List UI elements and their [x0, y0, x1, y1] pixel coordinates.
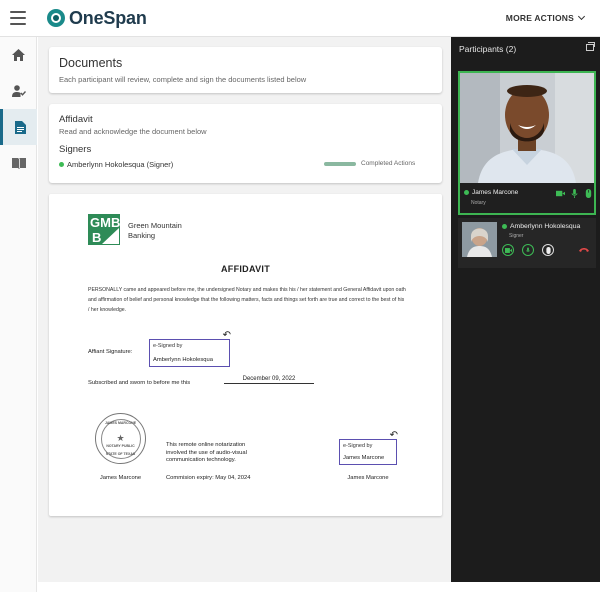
- main-video-info: James Marcone Notary: [460, 183, 594, 213]
- documents-subtitle: Each participant will review, complete a…: [59, 75, 307, 84]
- online-status-dot: [502, 224, 507, 229]
- nav-home[interactable]: [0, 37, 37, 73]
- sworn-date: December 09, 2022: [224, 376, 314, 384]
- affiant-esignature-name: Amberlynn Hokolesqua: [153, 357, 213, 363]
- tile-participant-role: Signer: [509, 233, 524, 239]
- tile-mouse-button[interactable]: [542, 244, 554, 256]
- camera-icon: [504, 247, 512, 253]
- seal-top-text: JAMES MARCONE: [104, 421, 137, 425]
- menu-icon[interactable]: [10, 11, 26, 25]
- user-check-icon: [11, 85, 26, 97]
- nav-journal[interactable]: [0, 145, 37, 181]
- signers-label: Signers: [59, 144, 92, 155]
- brand-name: OneSpan: [69, 7, 147, 28]
- main-content: Documents Each participant will review, …: [38, 37, 451, 582]
- participants-title: Participants (2): [459, 44, 517, 54]
- bank-name-line-1: Green Mountain: [128, 221, 182, 230]
- affidavit-card[interactable]: Affidavit Read and acknowledge the docum…: [49, 104, 442, 183]
- document-icon: [14, 120, 26, 134]
- online-status-dot: [464, 190, 469, 195]
- svg-text:B: B: [92, 230, 101, 245]
- notary-seal: JAMES MARCONE ★ NOTARY PUBLIC STATE OF T…: [95, 413, 146, 464]
- tile-participant-name: Amberlynn Hokolesqua: [510, 223, 581, 230]
- affidavit-document: GMB B Green Mountain Banking AFFIDAVIT P…: [49, 194, 442, 516]
- completion-progress-bar: [324, 162, 356, 166]
- seal-star-icon: ★: [116, 433, 125, 443]
- participants-panel: Participants (2) James Marcone Notary Am…: [451, 37, 600, 582]
- home-icon: [12, 49, 25, 61]
- end-call-button[interactable]: [578, 244, 590, 256]
- affidavit-body: PERSONALLY came and appeared before me, …: [88, 287, 406, 313]
- signer-row: Amberlynn Hokolesqua (Signer): [59, 160, 173, 169]
- mouse-icon[interactable]: [584, 189, 593, 198]
- popout-icon[interactable]: [586, 42, 595, 51]
- notary-esignature[interactable]: e-Signed by James Marcone ↶: [339, 430, 398, 465]
- more-actions-button[interactable]: MORE ACTIONS: [505, 12, 586, 23]
- signature-arrow-icon: ↶: [222, 330, 231, 341]
- mouse-icon: [545, 246, 551, 254]
- participant-tile[interactable]: Amberlynn Hokolesqua Signer: [458, 218, 596, 268]
- affiant-signature-label: Affiant Signature:: [88, 349, 133, 355]
- affidavit-heading: AFFIDAVIT: [220, 264, 271, 274]
- completed-status: Completed Actions: [361, 160, 416, 167]
- left-nav: [0, 37, 37, 592]
- signer-avatar: [462, 222, 497, 257]
- bank-logo-text: GMB: [90, 215, 120, 230]
- documents-card: Documents Each participant will review, …: [49, 47, 442, 93]
- nav-participants[interactable]: [0, 73, 37, 109]
- remote-notarization-text: This remote online notarization involved…: [166, 442, 247, 463]
- tile-participant-row: Amberlynn Hokolesqua: [502, 223, 580, 230]
- seal-bottom-text: STATE OF TEXAS: [105, 452, 136, 456]
- microphone-icon[interactable]: [570, 189, 579, 198]
- onespan-logo-mark: [47, 9, 65, 27]
- bank-name-line-2: Banking: [128, 231, 156, 240]
- seal-mid-text: NOTARY PUBLIC: [106, 444, 135, 448]
- book-icon: [11, 157, 26, 169]
- main-participant-name: James Marcone: [472, 189, 519, 196]
- end-call-icon: [579, 248, 589, 252]
- microphone-icon: [525, 247, 531, 252]
- notary-name: James Marcone: [347, 475, 389, 481]
- sworn-label: Subscribed and sworn to before me this: [88, 380, 191, 386]
- main-participant-role: Notary: [471, 200, 486, 206]
- notary-esignature-name: James Marcone: [343, 455, 385, 461]
- affiant-esignature[interactable]: e-Signed by Amberlynn Hokolesqua ↶: [149, 330, 231, 367]
- top-bar: OneSpan MORE ACTIONS: [0, 0, 600, 37]
- notary-video-feed: [460, 73, 594, 183]
- commission-expiry: Commision expiry: May 04, 2024: [166, 475, 251, 481]
- tile-camera-button[interactable]: [502, 244, 514, 256]
- signer-name: Amberlynn Hokolesqua (Signer): [67, 160, 174, 169]
- esigned-by-label: e-Signed by: [153, 343, 183, 349]
- affidavit-title: Affidavit: [59, 114, 93, 125]
- onespan-logo: OneSpan: [47, 8, 147, 28]
- online-status-dot: [59, 162, 64, 167]
- documents-title: Documents: [59, 56, 123, 70]
- tile-microphone-button[interactable]: [522, 244, 534, 256]
- camera-icon[interactable]: [556, 189, 565, 198]
- main-video: James Marcone Notary: [458, 71, 596, 215]
- affidavit-subtitle: Read and acknowledge the document below: [59, 127, 207, 136]
- nav-documents[interactable]: [0, 109, 37, 145]
- seal-notary-name: James Marcone: [99, 475, 142, 481]
- notary-signature-arrow-icon: ↶: [389, 430, 398, 441]
- notary-esigned-by-label: e-Signed by: [343, 443, 373, 449]
- bank-name: Green Mountain Banking: [128, 221, 182, 241]
- gmb-logo-graphic: GMB B: [88, 214, 120, 245]
- more-actions-label: MORE ACTIONS: [505, 13, 574, 23]
- bank-logo: GMB B: [88, 214, 120, 245]
- main-participant-row: James Marcone: [464, 189, 518, 196]
- chevron-down-icon: [577, 12, 586, 21]
